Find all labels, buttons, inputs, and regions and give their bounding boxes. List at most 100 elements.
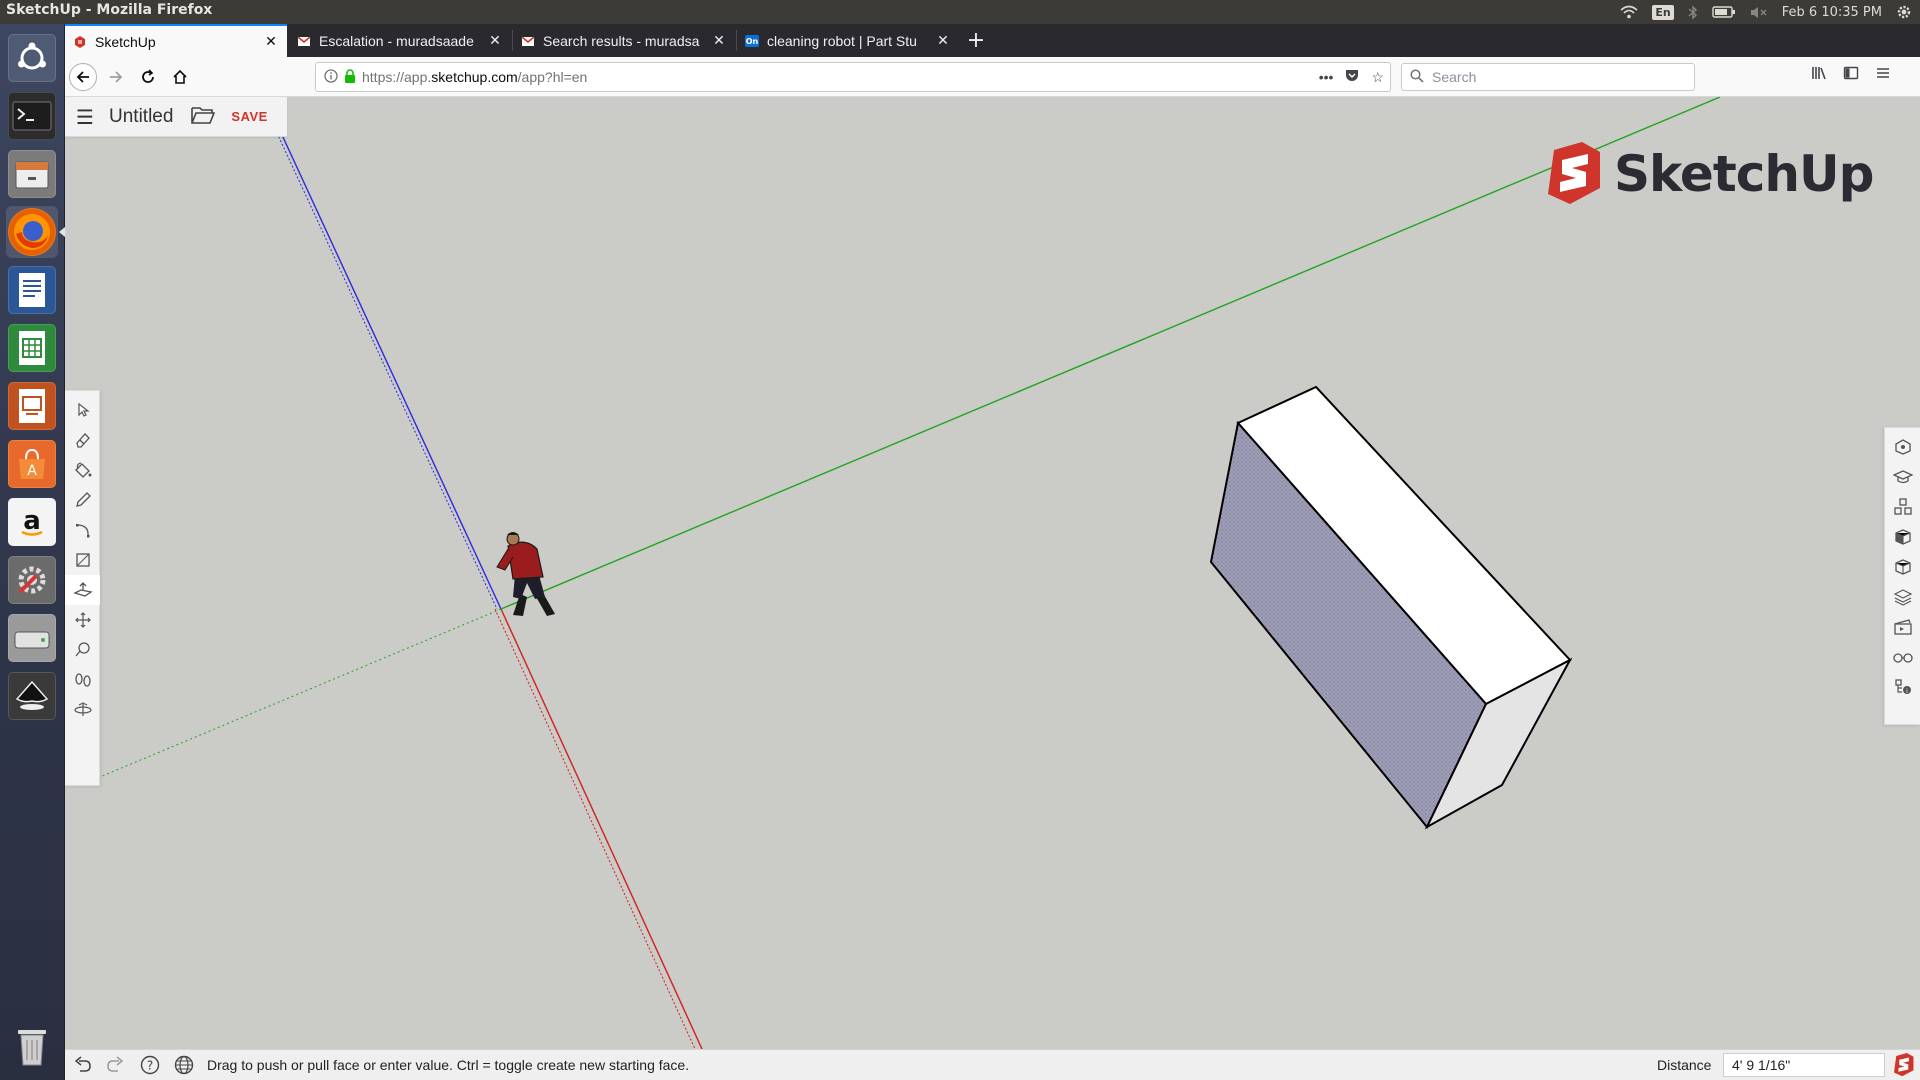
move-arrows-icon (74, 612, 91, 628)
svg-text:a: a (23, 506, 41, 536)
clapperboard-icon (1894, 619, 1912, 635)
settings-gear-icon[interactable] (1896, 4, 1912, 20)
launcher-inkscape[interactable] (6, 670, 58, 722)
move-tool[interactable] (65, 605, 100, 635)
pencil-tool[interactable] (65, 485, 100, 515)
launcher-calc[interactable] (6, 322, 58, 374)
launcher-writer[interactable] (6, 264, 58, 316)
pocket-icon[interactable] (1345, 69, 1359, 85)
outliner-button[interactable]: i (1885, 672, 1920, 702)
keyboard-layout-indicator[interactable]: En (1652, 4, 1674, 20)
impress-presentation-icon (8, 382, 56, 430)
open-folder-icon[interactable] (191, 105, 216, 129)
library-icon[interactable] (1811, 65, 1827, 85)
sidebar-toggle-icon[interactable] (1843, 65, 1859, 85)
new-tab-button[interactable]: + (961, 24, 991, 57)
scenes-button[interactable] (1885, 612, 1920, 642)
reload-button[interactable] (134, 63, 162, 91)
push-pull-icon (72, 582, 93, 597)
eraser-tool[interactable] (65, 425, 100, 455)
tab-close-icon[interactable]: ✕ (935, 32, 951, 49)
redo-button[interactable] (99, 1056, 133, 1074)
launcher-amazon[interactable]: a (6, 496, 58, 548)
sketchup-viewport[interactable]: ☰ Untitled SAVE SketchUp i (65, 97, 1920, 1049)
layers-button[interactable] (1885, 582, 1920, 612)
bookmark-star-icon[interactable]: ☆ (1371, 69, 1384, 86)
lock-icon[interactable] (344, 68, 356, 86)
green-axis-dotted (99, 608, 502, 778)
components-button[interactable] (1885, 492, 1920, 522)
measurements-label: Distance (1657, 1057, 1712, 1073)
launcher-impress[interactable] (6, 380, 58, 432)
geo-location-button[interactable] (167, 1055, 201, 1075)
tab-sketchup[interactable]: SketchUp ✕ (65, 24, 287, 57)
top-panel: SketchUp - Mozilla Firefox En Feb 6 10:3… (0, 0, 1920, 24)
navigation-toolbar: https://app.sketchup.com/app?hl=en ••• ☆… (65, 57, 1920, 97)
arc-tool[interactable] (65, 515, 100, 545)
search-input[interactable]: Search (1401, 63, 1695, 91)
box-3d-model[interactable] (1209, 385, 1573, 830)
launcher-dash-button[interactable] (6, 32, 58, 84)
launcher-terminal[interactable] (6, 90, 58, 142)
info-icon[interactable] (324, 68, 338, 86)
select-tool[interactable] (65, 395, 100, 425)
svg-text:A: A (27, 463, 37, 479)
model-scene[interactable] (65, 97, 1920, 1049)
tape-measure-tool[interactable] (65, 635, 100, 665)
measurements-input[interactable]: 4' 9 1/16" (1723, 1053, 1885, 1077)
bluetooth-icon[interactable] (1688, 4, 1698, 20)
launcher-disks[interactable] (6, 612, 58, 664)
back-button[interactable] (69, 63, 97, 91)
main-menu-icon[interactable]: ☰ (65, 105, 105, 129)
inkscape-icon (8, 672, 56, 720)
globe-icon (174, 1055, 194, 1075)
launcher-system-settings[interactable] (6, 554, 58, 606)
search-icon (1410, 68, 1424, 86)
home-button[interactable] (166, 63, 194, 91)
entity-info-icon (1895, 439, 1911, 455)
rectangle-icon (75, 553, 90, 567)
clock[interactable]: Feb 6 10:35 PM (1782, 5, 1882, 20)
tab-close-icon[interactable]: ✕ (263, 33, 279, 50)
page-actions-icon[interactable]: ••• (1319, 69, 1334, 85)
materials-button[interactable] (1885, 522, 1920, 552)
tab-close-icon[interactable]: ✕ (487, 32, 503, 49)
entity-info-button[interactable] (1885, 432, 1920, 462)
scale-figure[interactable] (496, 532, 555, 616)
forward-button[interactable] (102, 63, 130, 91)
document-title[interactable]: Untitled (109, 106, 173, 128)
orbit-tool[interactable] (65, 695, 100, 725)
tab-cleaning-robot[interactable]: On cleaning robot | Part Stu ✕ (737, 24, 959, 57)
sketchup-status-logo-icon[interactable] (1891, 1053, 1915, 1080)
launcher-trash[interactable] (6, 1020, 58, 1072)
launcher-files[interactable] (6, 148, 58, 200)
help-question-icon: ? (140, 1055, 160, 1075)
help-button[interactable]: ? (133, 1055, 167, 1075)
tab-close-icon[interactable]: ✕ (711, 32, 727, 49)
rectangle-tool[interactable] (65, 545, 100, 575)
url-bar[interactable]: https://app.sketchup.com/app?hl=en ••• ☆ (315, 62, 1391, 92)
redo-icon (107, 1056, 124, 1072)
wifi-icon[interactable] (1620, 5, 1638, 19)
launcher-software-center[interactable]: A (6, 438, 58, 490)
display-button[interactable] (1885, 642, 1920, 672)
arrow-cursor-icon (77, 402, 90, 417)
styles-button[interactable] (1885, 552, 1920, 582)
undo-button[interactable] (65, 1056, 99, 1074)
onshape-favicon-icon: On (745, 34, 759, 47)
blue-axis-dotted (276, 132, 498, 610)
sketchup-favicon-icon (75, 35, 85, 48)
components-icon (1894, 498, 1912, 515)
materials-cube-icon (1895, 529, 1911, 545)
battery-icon[interactable] (1712, 6, 1736, 18)
launcher-firefox[interactable] (6, 206, 58, 258)
tab-escalation[interactable]: Escalation - muradsaade ✕ (289, 24, 511, 57)
hamburger-menu-icon[interactable] (1875, 65, 1891, 85)
volume-muted-icon[interactable] (1750, 6, 1768, 19)
instructor-button[interactable] (1885, 462, 1920, 492)
walk-tool[interactable] (65, 665, 100, 695)
save-button[interactable]: SAVE (231, 109, 267, 124)
paint-bucket-tool[interactable] (65, 455, 100, 485)
tab-search-results[interactable]: Search results - muradsa ✕ (513, 24, 735, 57)
push-pull-tool[interactable] (65, 575, 100, 605)
